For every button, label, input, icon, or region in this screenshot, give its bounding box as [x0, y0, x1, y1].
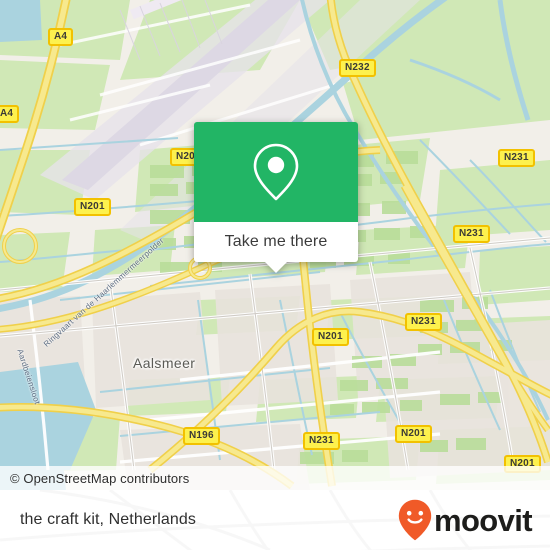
road-shield: N201 [74, 198, 111, 216]
map-canvas[interactable]: Aalsmeer Ringvaart van de Haarlemmermeer… [0, 0, 550, 490]
bottom-bar: the craft kit, Netherlands moovit [0, 490, 550, 550]
popup-footer[interactable]: Take me there [194, 222, 358, 273]
moovit-pin-icon [398, 499, 432, 541]
popup-header [194, 122, 358, 222]
moovit-map-screen: Aalsmeer Ringvaart van de Haarlemmermeer… [0, 0, 550, 550]
road-shield: A4 [0, 105, 20, 123]
road-shield: N232 [339, 59, 376, 77]
place-title-text: the craft kit, Netherlands [20, 511, 197, 528]
map-attribution: © OpenStreetMap contributors [0, 466, 550, 490]
place-title: the craft kit, Netherlands [20, 490, 196, 550]
road-shield: N201 [312, 328, 349, 346]
location-pin-icon [253, 143, 299, 201]
road-shield: N231 [498, 149, 535, 167]
popup-tail-pointer [265, 262, 287, 273]
take-me-there-button[interactable]: Take me there [225, 233, 328, 251]
road-shield: N231 [405, 313, 442, 331]
moovit-wordmark: moovit [433, 502, 533, 538]
attribution-text: © OpenStreetMap contributors [10, 470, 190, 486]
moovit-logo: moovit [398, 490, 533, 550]
location-popup-card[interactable]: Take me there [194, 122, 358, 273]
road-shield: N201 [395, 425, 432, 443]
road-shield: N196 [183, 427, 220, 445]
road-shield: N231 [453, 225, 490, 243]
place-label: Aalsmeer [133, 355, 196, 371]
road-shield: A4 [48, 28, 74, 46]
road-shield: N231 [303, 432, 340, 450]
